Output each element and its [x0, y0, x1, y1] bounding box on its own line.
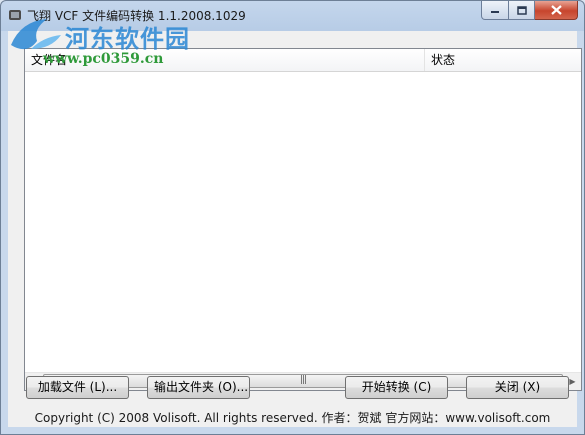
maximize-button[interactable] [509, 1, 535, 20]
close-icon [550, 5, 562, 15]
main-window: 飞翔 VCF 文件编码转换 1.1.2008.1029 文件名 状态 ◀ |||… [0, 0, 585, 435]
column-header-filename[interactable]: 文件名 [25, 49, 425, 71]
window-title: 飞翔 VCF 文件编码转换 1.1.2008.1029 [27, 9, 246, 23]
client-area: 文件名 状态 ◀ ||| ▶ 加载文件 (L)... 输出文件夹 (O)... … [8, 31, 582, 427]
list-header: 文件名 状态 [25, 49, 581, 72]
close-window-button[interactable] [535, 1, 578, 20]
minimize-button[interactable] [481, 1, 509, 20]
file-list[interactable]: 文件名 状态 ◀ ||| ▶ [24, 48, 582, 391]
close-button[interactable]: 关闭 (X) [466, 376, 569, 399]
minimize-icon [491, 11, 499, 13]
output-folder-button[interactable]: 输出文件夹 (O)... [147, 376, 250, 399]
scroll-grip-icon: ||| [299, 375, 307, 385]
copyright-footer: Copyright (C) 2008 Volisoft. All rights … [34, 411, 551, 425]
column-header-status[interactable]: 状态 [425, 49, 581, 71]
start-convert-button[interactable]: 开始转换 (C) [345, 376, 448, 399]
window-controls [481, 1, 578, 21]
load-files-button[interactable]: 加载文件 (L)... [26, 376, 129, 399]
title-bar[interactable]: 飞翔 VCF 文件编码转换 1.1.2008.1029 [1, 1, 584, 31]
app-icon [9, 10, 21, 20]
maximize-icon [516, 5, 527, 15]
